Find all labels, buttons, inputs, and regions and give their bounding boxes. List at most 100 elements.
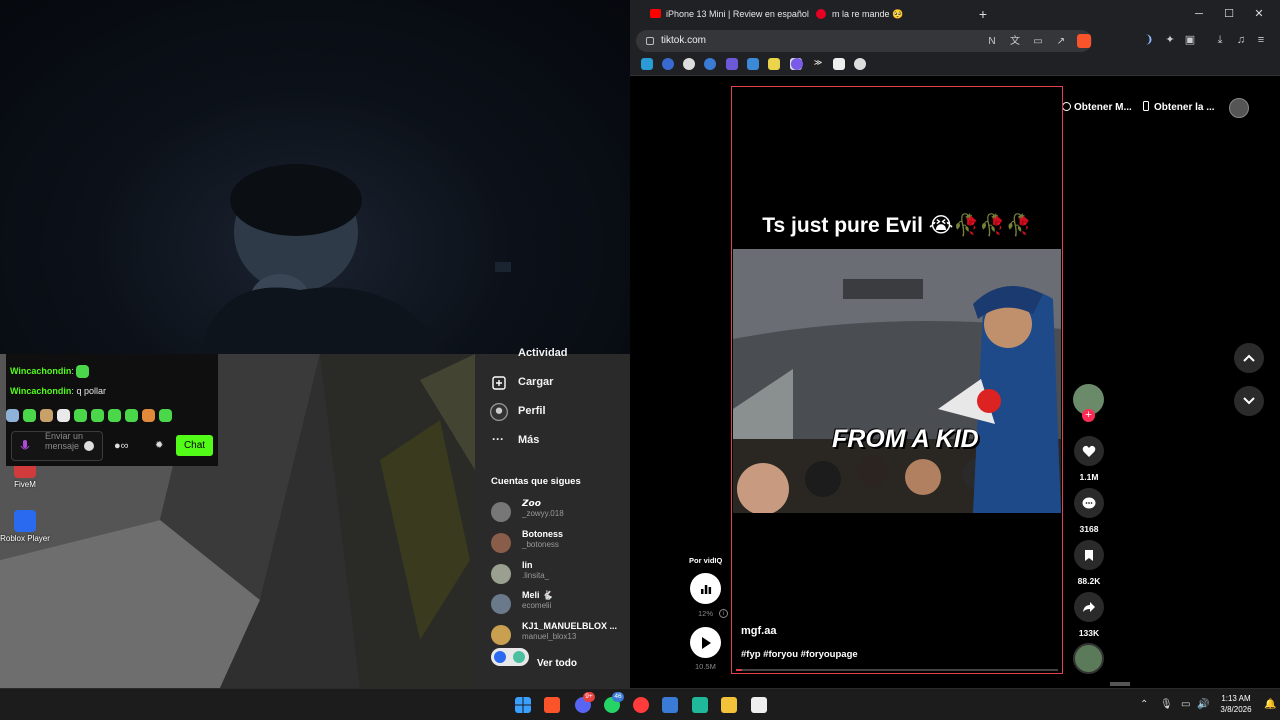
file-explorer-icon[interactable] <box>721 697 737 713</box>
clock[interactable]: 1:13 AM 3/8/2026 <box>1212 693 1260 715</box>
chat-username[interactable]: Wincachondin <box>10 366 71 376</box>
chat-input[interactable]: Enviar un mensaje <box>11 431 103 461</box>
bookmark-icon[interactable] <box>768 58 780 70</box>
tab-youtube[interactable]: iPhone 13 Mini | Review en español <box>646 3 809 25</box>
avatar <box>491 625 511 645</box>
volume-icon[interactable]: 🔊 <box>1197 699 1209 710</box>
show-hidden-icons[interactable]: ⌃ <box>1140 699 1148 710</box>
comment-button[interactable]: 3168 <box>1072 488 1106 534</box>
settings-gear-icon[interactable]: ✹ <box>155 440 163 451</box>
play-button[interactable] <box>690 627 721 658</box>
following-name: KJ1_MANUELBLOX ... <box>522 621 618 631</box>
bookmark-icon[interactable] <box>854 58 866 70</box>
share-button[interactable]: 133K <box>1072 592 1106 638</box>
video-frame-image <box>733 249 1061 513</box>
brave-browser-icon[interactable] <box>544 697 560 713</box>
music-disc-icon[interactable] <box>1073 643 1104 674</box>
emote-icon[interactable] <box>91 409 104 422</box>
brave-shields-icon[interactable] <box>1077 34 1091 48</box>
translate-icon[interactable]: 文 <box>1009 36 1021 48</box>
video-progress-fill <box>736 669 743 671</box>
comment-icon <box>1082 497 1096 508</box>
address-bar[interactable]: tiktok.com N 文 ▭ ↗ <box>636 30 1092 52</box>
bookmark-icon[interactable] <box>791 58 803 70</box>
sidebar-item-label: Perfil <box>518 405 546 417</box>
emote-icon[interactable] <box>23 409 36 422</box>
bookmark-icon[interactable] <box>662 58 674 70</box>
tab-pinterest[interactable]: m la re mande 🥺 <box>812 3 962 25</box>
bookmark-icon[interactable] <box>726 58 738 70</box>
chat-message: Wincachondin: <box>10 365 90 378</box>
chip-label: Obtener M... <box>1074 102 1132 113</box>
audio-icon[interactable]: ❩ <box>1142 33 1156 47</box>
emoji-icon[interactable] <box>84 441 94 451</box>
menu-icon[interactable]: ≡ <box>1254 33 1268 47</box>
share-icon[interactable]: ↗ <box>1055 36 1067 48</box>
emote-icon[interactable] <box>142 409 155 422</box>
emote-icon[interactable] <box>6 409 19 422</box>
fivem-taskbar-icon[interactable] <box>751 697 767 713</box>
following-handle: .linsita_ <box>522 571 550 580</box>
emote-icon[interactable] <box>57 409 70 422</box>
next-video-button[interactable] <box>1234 386 1264 416</box>
media-icon[interactable]: ♫ <box>1234 33 1248 47</box>
download-icon[interactable]: ⤓ <box>1213 33 1227 47</box>
roblox-shortcut[interactable]: Roblox Player <box>0 510 50 543</box>
site-info-icon[interactable] <box>646 37 654 45</box>
emote-icon[interactable] <box>159 409 172 422</box>
save-button[interactable]: 88.2K <box>1072 540 1106 586</box>
emote-icon[interactable] <box>108 409 121 422</box>
url-text: tiktok.com <box>661 35 707 46</box>
vidiq-stats-button[interactable] <box>690 573 721 604</box>
floating-widget[interactable] <box>491 648 529 666</box>
chat-send-button[interactable]: Chat <box>176 435 213 456</box>
bookmark-icon[interactable] <box>704 58 716 70</box>
app-icon[interactable] <box>692 697 708 713</box>
fivem-label: FiveM <box>14 480 36 489</box>
bookmark-icon[interactable] <box>747 58 759 70</box>
bookmarks-bar: ≫ <box>630 54 1280 76</box>
extensions-icon[interactable]: ✦ <box>1163 33 1177 47</box>
video-author[interactable]: mgf.aa <box>741 625 776 637</box>
video-caption: Ts just pure Evil 😭🥀🥀🥀 <box>762 214 1032 237</box>
bookmark-icon[interactable] <box>683 58 695 70</box>
info-icon[interactable]: i <box>719 609 728 618</box>
microphone-icon[interactable] <box>20 440 30 453</box>
cast-icon[interactable]: ▭ <box>1032 36 1044 48</box>
get-app-chip[interactable]: Obtener M... <box>1062 96 1132 120</box>
maximize-button[interactable]: ☐ <box>1214 3 1244 25</box>
following-handle: _zowyy.018 <box>522 509 564 518</box>
chat-username[interactable]: Wincachondin <box>10 386 71 396</box>
emote-icon[interactable] <box>40 409 53 422</box>
previous-video-button[interactable] <box>1234 343 1264 373</box>
see-all-link[interactable]: Ver todo <box>537 658 577 669</box>
notepad-icon[interactable] <box>662 697 678 713</box>
emote-icon[interactable] <box>125 409 138 422</box>
video-player[interactable]: Ts just pure Evil 😭🥀🥀🥀 FROM A KID mgf.aa… <box>731 86 1063 674</box>
minimize-button[interactable]: ─ <box>1184 3 1214 25</box>
video-progress-bar[interactable] <box>736 669 1058 671</box>
close-button[interactable]: ✕ <box>1244 3 1274 25</box>
avatar <box>491 564 511 584</box>
no-tracking-icon[interactable]: N <box>986 36 998 48</box>
points-icon[interactable]: ●∞ <box>114 440 129 452</box>
get-app-mobile-chip[interactable]: Obtener la ... <box>1143 96 1215 120</box>
new-tab-button[interactable]: + <box>968 3 998 25</box>
bookmark-icon[interactable]: ≫ <box>812 58 824 70</box>
microphone-tray-icon[interactable]: 🎙 <box>1160 699 1173 710</box>
video-overlay-text: FROM A KID <box>832 425 979 453</box>
emote-icon[interactable] <box>74 409 87 422</box>
network-icon[interactable]: ▭ <box>1181 699 1190 710</box>
windows-start-icon[interactable] <box>515 697 531 713</box>
notifications-icon[interactable]: 🔔 <box>1264 699 1276 710</box>
bookmark-icon[interactable] <box>833 58 845 70</box>
like-button[interactable]: 1.1M <box>1072 436 1106 482</box>
bookmark-icon[interactable] <box>641 58 653 70</box>
wallet-icon[interactable]: ▣ <box>1183 33 1197 47</box>
video-hashtags[interactable]: #fyp #foryou #foryoupage <box>741 649 858 660</box>
account-avatar[interactable] <box>1229 98 1249 118</box>
whatsapp-badge: 46 <box>612 692 624 702</box>
follow-plus-icon[interactable]: + <box>1082 409 1095 422</box>
chip-label: Obtener la ... <box>1154 102 1215 113</box>
media-player-icon[interactable] <box>633 697 649 713</box>
